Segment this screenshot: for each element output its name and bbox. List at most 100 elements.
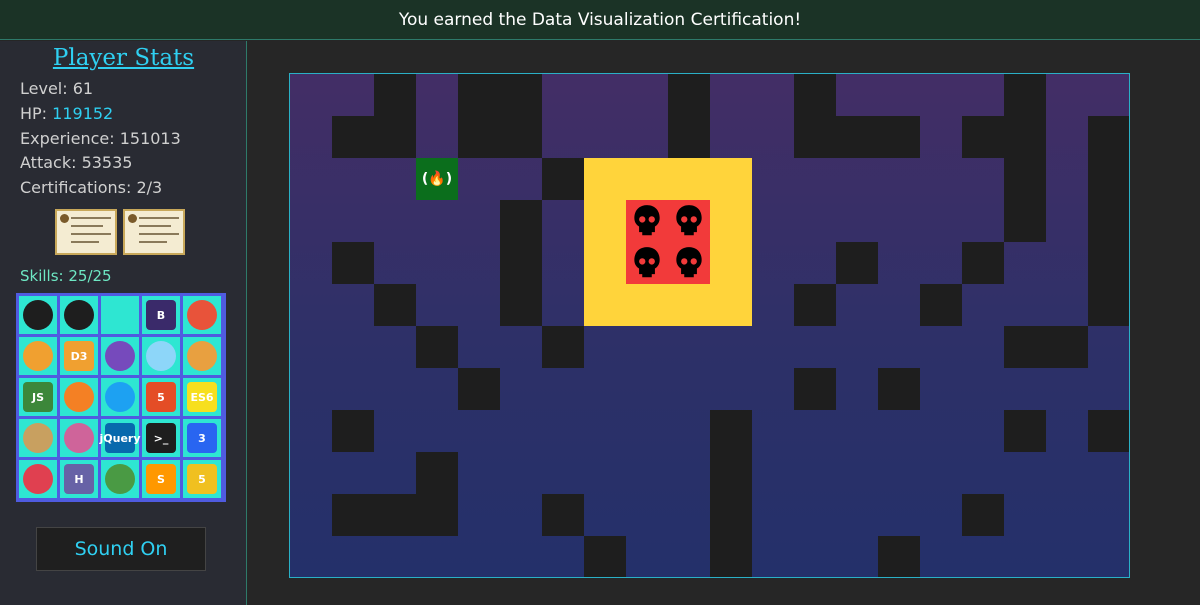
skill-tile: [60, 419, 98, 457]
skull-icon: [626, 242, 668, 284]
game-board[interactable]: (🔥): [289, 73, 1130, 578]
jenkins-icon: [23, 423, 53, 453]
skill-tile: [101, 337, 139, 375]
wall-tile: [710, 536, 752, 577]
git-icon: [187, 300, 217, 330]
stat-attack: Attack: 53535: [20, 153, 132, 172]
wall-tile: [668, 74, 710, 158]
github-icon: [23, 300, 53, 330]
certificate-thumbnail[interactable]: [55, 209, 117, 255]
wall-tile: [920, 284, 962, 326]
player-avatar: (🔥): [416, 158, 458, 200]
wall-tile: [1088, 116, 1129, 326]
wall-tile: [794, 74, 836, 158]
skills-label: Skills:: [20, 267, 69, 285]
mongodb-icon: [105, 464, 135, 494]
wall-tile: [374, 284, 416, 326]
player-stats-sidebar: Player Stats Level: 61 HP: 119152 Experi…: [0, 41, 247, 605]
wall-tile: [500, 200, 542, 326]
wall-tile: [794, 368, 836, 410]
skills-grid: B D3 JS 5 ES6 jQuery >_ 3 H S 5: [16, 293, 226, 502]
skill-tile: 3: [183, 419, 221, 457]
wall-tile: [584, 536, 626, 577]
skill-tile: 5: [183, 460, 221, 498]
wall-tile: [374, 74, 416, 158]
skill-tile: [19, 296, 57, 334]
skill-tile: [19, 460, 57, 498]
stat-hp-label: HP:: [20, 104, 53, 123]
bower-icon: [187, 341, 217, 371]
css3-icon: 3: [187, 423, 217, 453]
wall-tile: [962, 242, 1004, 284]
nodejs-icon: JS: [23, 382, 53, 412]
wall-tile: [416, 452, 458, 536]
stat-hp: HP: 119152: [20, 104, 113, 123]
stackoverflow-icon: [64, 382, 94, 412]
stat-certifications-label: Certifications:: [20, 178, 137, 197]
wall-tile: [542, 494, 584, 536]
wall-tile: [542, 158, 584, 200]
stat-attack-label: Attack:: [20, 153, 82, 172]
certificate-thumbnail[interactable]: [123, 209, 185, 255]
terminal-icon: >_: [146, 423, 176, 453]
skill-tile: [60, 296, 98, 334]
skill-tile: S: [142, 460, 180, 498]
skill-tile: [142, 337, 180, 375]
skill-tile: [183, 296, 221, 334]
js5-icon: 5: [187, 464, 217, 494]
wall-tile: [962, 494, 1004, 536]
wall-tile: [710, 410, 752, 536]
skills-count: Skills: 25/25: [20, 267, 112, 285]
skill-tile: [101, 296, 139, 334]
stat-certifications: Certifications: 2/3: [20, 178, 162, 197]
skills-count-value: 25/25: [68, 267, 112, 285]
wall-tile: [332, 116, 374, 158]
sound-toggle-button[interactable]: Sound On: [36, 527, 206, 571]
skill-tile: jQuery: [100, 419, 141, 457]
heroku-icon: H: [64, 464, 94, 494]
wall-tile: [458, 74, 542, 158]
wall-tile: [1004, 410, 1046, 452]
skull-icon: [668, 242, 710, 284]
wall-tile: [332, 410, 374, 452]
wall-tile: [878, 368, 920, 410]
wall-tile: [836, 116, 920, 158]
wall-tile: [878, 536, 920, 577]
stat-level: Level: 61: [20, 79, 93, 98]
stat-experience: Experience: 151013: [20, 129, 181, 148]
stat-attack-value: 53535: [81, 153, 133, 172]
bootstrap-icon: B: [146, 300, 176, 330]
skill-tile: ES6: [183, 378, 221, 416]
html5-icon: 5: [146, 382, 176, 412]
banner-message: You earned the Data Visualization Certif…: [398, 9, 802, 30]
wall-tile: [1004, 74, 1046, 200]
certification-banner: You earned the Data Visualization Certif…: [0, 0, 1200, 40]
stat-level-value: 61: [72, 79, 94, 98]
skill-tile: [101, 460, 139, 498]
stat-certifications-value: 2/3: [136, 178, 163, 197]
freecodecamp-icon: (🔥): [421, 171, 453, 187]
wall-tile: [836, 242, 878, 284]
skill-tile: >_: [142, 419, 180, 457]
grunt-icon: [23, 341, 53, 371]
skill-tile: JS: [19, 378, 57, 416]
wall-tile: [458, 368, 500, 410]
jquery-icon: jQuery: [100, 423, 141, 453]
skill-tile: [101, 378, 139, 416]
skill-tile: B: [142, 296, 180, 334]
wall-tile: [332, 242, 374, 284]
wall-tile: [1004, 326, 1088, 368]
skill-tile: [183, 337, 221, 375]
skull-icon: [626, 200, 668, 242]
stat-experience-label: Experience:: [20, 129, 120, 148]
stat-experience-value: 151013: [119, 129, 181, 148]
wall-tile: [416, 326, 458, 368]
es6-icon: ES6: [187, 382, 217, 412]
player-stats-title: Player Stats: [52, 45, 195, 71]
redux-icon: [105, 341, 135, 371]
gulp-icon: [23, 464, 53, 494]
webpack-icon: [146, 341, 176, 371]
skill-tile: [19, 419, 57, 457]
codepen-icon: [64, 300, 94, 330]
wall-tile: [794, 284, 836, 326]
